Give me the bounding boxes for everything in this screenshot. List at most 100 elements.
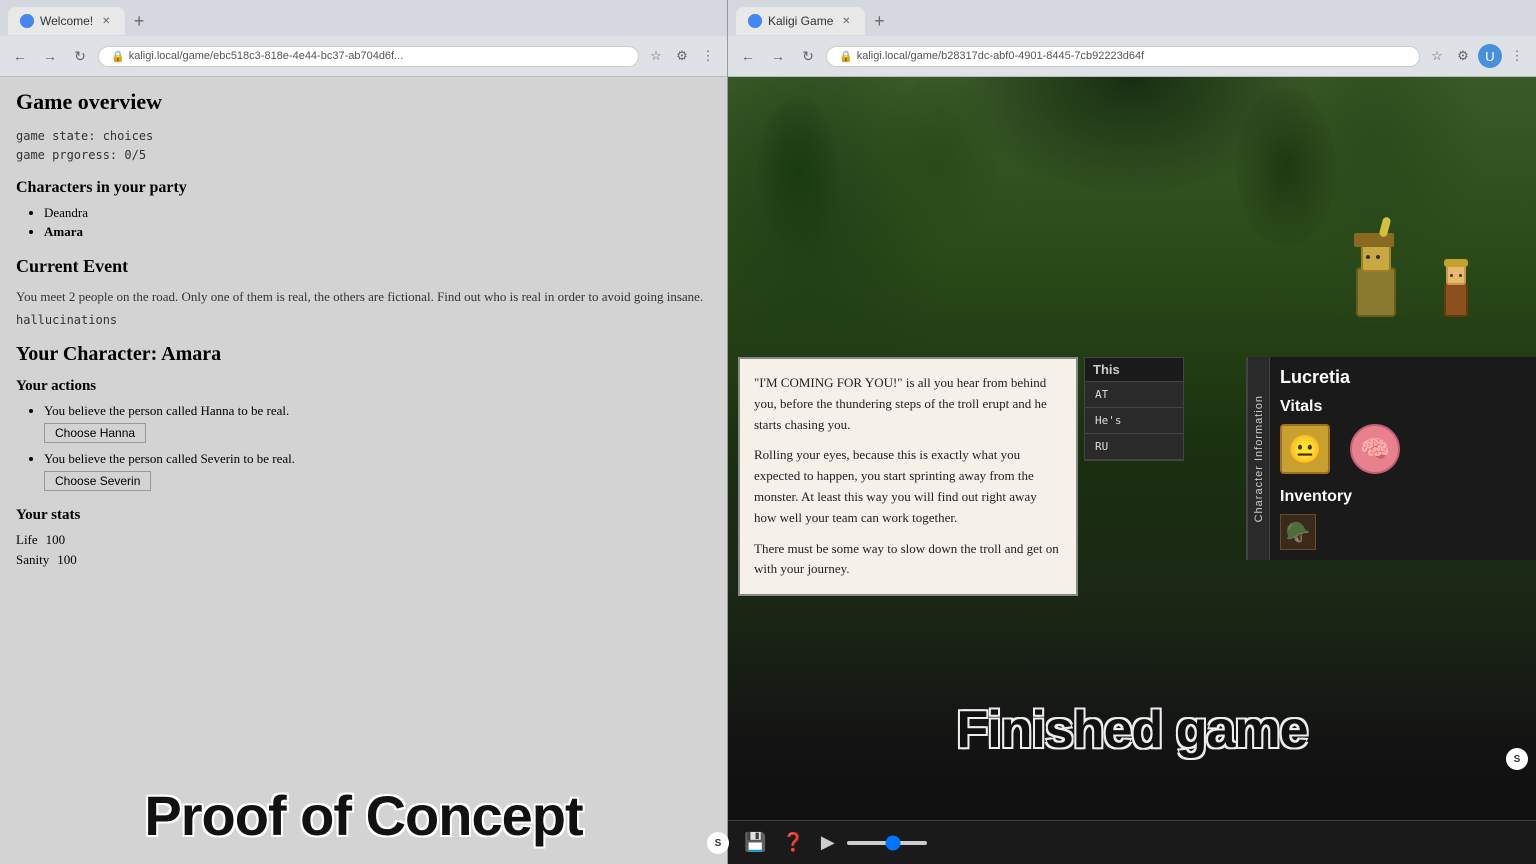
game-state: game state: choices — [16, 127, 711, 146]
menu-icon[interactable]: ⋮ — [697, 45, 719, 67]
dialog-box: "I'M COMING FOR YOU!" is all you hear fr… — [738, 357, 1078, 596]
right-tab-close-button[interactable]: ✕ — [839, 14, 853, 28]
char-info-tab-label: Character Information — [1253, 395, 1265, 522]
character-info-panel: Character Information Lucretia Vitals 😐 … — [1246, 357, 1536, 560]
party-member-1: Deandra — [44, 205, 711, 221]
page-title: Game overview — [16, 89, 711, 115]
stat-life-value: 100 — [46, 532, 66, 548]
tab-title: Welcome! — [40, 14, 93, 28]
left-address-bar-row: ← → ↻ 🔒 kaligi.local/game/ebc518c3-818e-… — [0, 36, 727, 76]
stat-life-label: Life — [16, 532, 38, 548]
stats-title: Your stats — [16, 507, 711, 524]
tree-decoration-3 — [1236, 87, 1336, 247]
hes-button[interactable]: He's — [1085, 408, 1183, 434]
tree-decoration-1 — [758, 97, 838, 247]
tree-decoration-2 — [878, 77, 998, 257]
dialog-line-1: "I'M COMING FOR YOU!" is all you hear fr… — [754, 373, 1062, 435]
new-tab-button[interactable]: + — [125, 7, 153, 35]
left-browser-panel: Welcome! ✕ + ← → ↻ 🔒 kaligi.local/game/e… — [0, 0, 728, 864]
ru-button[interactable]: RU — [1085, 434, 1183, 460]
right-lock-icon: 🔒 — [839, 50, 853, 63]
right-browser-panel: Kaligi Game ✕ + ← → ↻ 🔒 kaligi.local/gam… — [728, 0, 1536, 864]
event-tag: hallucinations — [16, 313, 711, 327]
game-progress: game prgoress: 0/5 — [16, 146, 711, 165]
left-page-content: Game overview game state: choices game p… — [0, 77, 727, 864]
left-address-field[interactable]: 🔒 kaligi.local/game/ebc518c3-818e-4e44-b… — [98, 46, 639, 67]
character-title: Your Character: Amara — [16, 343, 711, 366]
right-new-tab-button[interactable]: + — [865, 7, 893, 35]
char-vitals-title: Vitals — [1280, 398, 1526, 416]
right-bookmark-icon[interactable]: ☆ — [1426, 45, 1448, 67]
actions-title: Your actions — [16, 378, 711, 395]
back-button[interactable]: ← — [8, 44, 32, 68]
help-button[interactable]: ❓ — [778, 830, 808, 855]
save-button[interactable]: 💾 — [740, 830, 770, 855]
symfony-icon: S — [1506, 748, 1528, 770]
party-member-2: Amara — [44, 224, 711, 240]
game-meta: game state: choices game prgoress: 0/5 — [16, 127, 711, 165]
volume-slider[interactable] — [847, 841, 927, 845]
inventory-item-1: 🪖 — [1280, 514, 1316, 550]
right-watermark: Finished game — [956, 700, 1307, 760]
inventory-section: Inventory 🪖 — [1280, 488, 1526, 550]
right-menu-icon[interactable]: ⋮ — [1506, 45, 1528, 67]
char-vitals-row: 😐 🧠 — [1280, 424, 1526, 474]
char-info-content: Lucretia Vitals 😐 🧠 Inventory 🪖 — [1270, 357, 1536, 560]
right-url: kaligi.local/game/b28317dc-abf0-4901-844… — [857, 50, 1144, 62]
choose-severin-button[interactable]: Choose Severin — [44, 471, 151, 491]
extensions-icon[interactable]: ⚙ — [671, 45, 693, 67]
right-tab-favicon — [748, 14, 762, 28]
action-item-2: You believe the person called Severin to… — [44, 451, 711, 491]
dialog-line-3: There must be some way to slow down the … — [754, 539, 1062, 581]
char-face-icon: 😐 — [1280, 424, 1330, 474]
action-text-2: You believe the person called Severin to… — [44, 451, 295, 466]
lock-icon: 🔒 — [111, 50, 125, 63]
right-address-field[interactable]: 🔒 kaligi.local/game/b28317dc-abf0-4901-8… — [826, 46, 1420, 67]
right-address-bar-row: ← → ↻ 🔒 kaligi.local/game/b28317dc-abf0-… — [728, 36, 1536, 76]
right-browser-chrome: Kaligi Game ✕ + ← → ↻ 🔒 kaligi.local/gam… — [728, 0, 1536, 77]
this-label: This — [1085, 358, 1183, 382]
sprite-area — [1346, 197, 1476, 317]
right-avatar-icon[interactable]: U — [1478, 44, 1502, 68]
game-area: "I'M COMING FOR YOU!" is all you hear fr… — [728, 77, 1536, 820]
game-toolbar: 💾 ❓ ▶ — [728, 820, 1536, 864]
party-list: Deandra Amara — [16, 205, 711, 240]
right-back-button[interactable]: ← — [736, 44, 760, 68]
human-sprite — [1436, 253, 1476, 317]
stat-life: Life 100 — [16, 532, 711, 548]
choose-hanna-button[interactable]: Choose Hanna — [44, 423, 146, 443]
at-button[interactable]: AT — [1085, 382, 1183, 408]
action-overlay: This AT He's RU — [1084, 357, 1184, 461]
party-section-title: Characters in your party — [16, 179, 711, 197]
action-item-1: You believe the person called Hanna to b… — [44, 403, 711, 443]
tab-favicon — [20, 14, 34, 28]
right-toolbar-icons: ☆ ⚙ U ⋮ — [1426, 44, 1528, 68]
left-watermark: Proof of Concept — [144, 783, 582, 848]
left-url: kaligi.local/game/ebc518c3-818e-4e44-bc3… — [129, 50, 404, 62]
stat-sanity-label: Sanity — [16, 552, 49, 568]
bookmark-icon[interactable]: ☆ — [645, 45, 667, 67]
left-symfony-icon: S — [707, 832, 729, 854]
right-extensions-icon[interactable]: ⚙ — [1452, 45, 1474, 67]
right-tab-title: Kaligi Game — [768, 14, 833, 28]
stat-sanity: Sanity 100 — [16, 552, 711, 568]
char-brain-icon: 🧠 — [1350, 424, 1400, 474]
action-list: You believe the person called Hanna to b… — [16, 403, 711, 491]
right-forward-button[interactable]: → — [766, 44, 790, 68]
left-active-tab[interactable]: Welcome! ✕ — [8, 7, 125, 35]
right-reload-button[interactable]: ↻ — [796, 44, 820, 68]
stat-sanity-value: 100 — [57, 552, 77, 568]
reload-button[interactable]: ↻ — [68, 44, 92, 68]
action-text-1: You believe the person called Hanna to b… — [44, 403, 289, 418]
right-tab-bar: Kaligi Game ✕ + — [728, 0, 1536, 36]
char-inventory-title: Inventory — [1280, 488, 1526, 506]
dialog-line-2: Rolling your eyes, because this is exact… — [754, 445, 1062, 528]
right-active-tab[interactable]: Kaligi Game ✕ — [736, 7, 865, 35]
left-tab-bar: Welcome! ✕ + — [0, 0, 727, 36]
play-button[interactable]: ▶ — [817, 830, 839, 855]
current-event-title: Current Event — [16, 256, 711, 277]
troll-sprite — [1346, 237, 1406, 317]
char-info-tab[interactable]: Character Information — [1248, 357, 1270, 560]
forward-button[interactable]: → — [38, 44, 62, 68]
tab-close-button[interactable]: ✕ — [99, 14, 113, 28]
